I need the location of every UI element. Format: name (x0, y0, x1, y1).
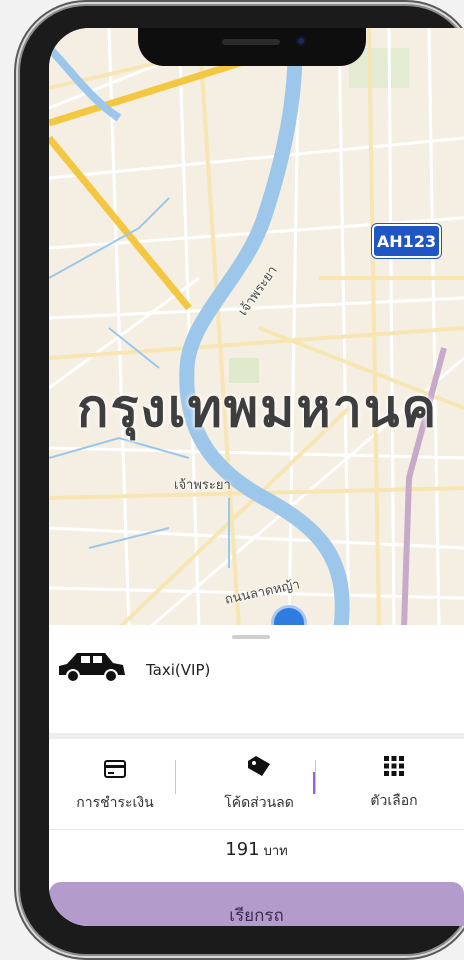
promo-code-option[interactable]: โค้ดส่วนลด (199, 742, 319, 827)
taxi-icon (57, 649, 127, 687)
map-canvas (49, 28, 464, 628)
fare-display: 191 บาท (49, 839, 464, 861)
phone-notch (138, 28, 366, 66)
fare-amount: 191 (225, 839, 260, 860)
option-separator (315, 760, 316, 794)
river-label-lower: เจ้าพระยา (174, 478, 231, 493)
option-separator-accent (313, 772, 315, 794)
payment-option[interactable]: การชำระเงิน (57, 742, 173, 827)
request-ride-button[interactable]: เรียกรถ (49, 882, 464, 926)
city-label: กรุงเทพมหานค (77, 379, 439, 439)
fare-divider (49, 829, 464, 830)
app-screen: เจ้าพระยา เจ้าพระยา ถนนลาดหญ้า กรุงเทพมห… (49, 28, 464, 926)
highway-shield: AH123 (372, 224, 441, 258)
front-camera (296, 36, 306, 46)
promo-code-option-label: โค้ดส่วนลด (224, 795, 294, 811)
options-row: การชำระเงิน โค้ดส่วนลด ตัวเลือก (49, 742, 464, 827)
map-view[interactable]: เจ้าพระยา เจ้าพระยา ถนนลาดหญ้า กรุงเทพมห… (49, 28, 464, 638)
booking-sheet: Taxi(VIP) การชำระเงิน โค้ดส่วนลด ตัวเลือ… (49, 625, 464, 926)
request-ride-button-label: เรียกรถ (229, 905, 284, 926)
tag-icon (246, 756, 272, 780)
grid-icon (384, 756, 404, 780)
vehicle-name[interactable]: Taxi(VIP) (146, 661, 210, 679)
credit-card-icon (104, 760, 126, 782)
speaker-grille (222, 39, 280, 45)
payment-option-label: การชำระเงิน (76, 795, 154, 811)
section-divider (49, 733, 464, 739)
option-separator (175, 760, 176, 794)
more-options-label: ตัวเลือก (370, 793, 418, 809)
more-options[interactable]: ตัวเลือก (339, 742, 449, 827)
fare-unit: บาท (263, 844, 288, 859)
sheet-drag-handle[interactable] (232, 635, 270, 639)
